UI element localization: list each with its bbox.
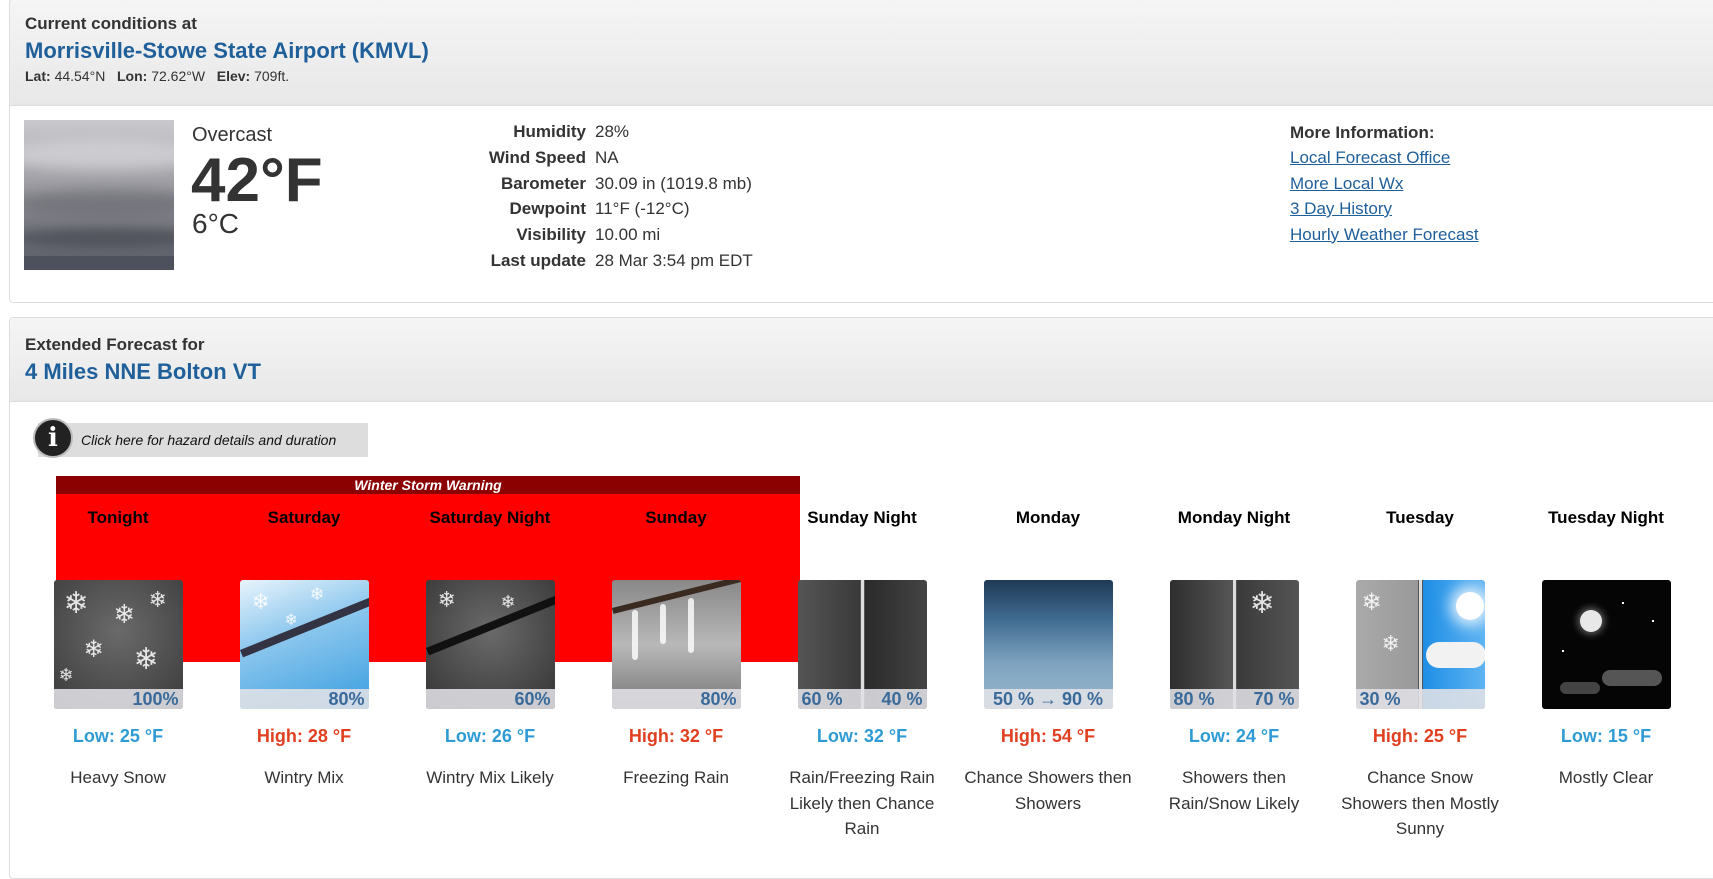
- precip-chance: 80 % 70 %: [1169, 689, 1299, 709]
- lon-value: 72.62°W: [151, 68, 206, 84]
- forecast-period-saturday[interactable]: Saturday ❄ ❄ ❄ 80% High: 28 °F Wintry Mi…: [211, 498, 397, 791]
- 3-day-history-link[interactable]: 3 Day History: [1290, 199, 1479, 225]
- current-conditions-header: Current conditions at Morrisville-Stowe …: [10, 0, 1713, 106]
- forecast-period-sunday[interactable]: Sunday 80% High: 32 °F Freezing Rain: [583, 498, 769, 791]
- detail-value: 28%: [595, 122, 630, 141]
- period-description: Chance Snow Showers then Mostly Sunny: [1341, 768, 1499, 838]
- period-name: Tuesday: [1386, 508, 1454, 527]
- detail-label: Humidity: [513, 122, 586, 141]
- forecast-period-sunday-night[interactable]: Sunday Night 60 % 40 % Low: 32 °F Rain/F…: [769, 498, 955, 842]
- precip-chance-second: 70 %: [1253, 689, 1295, 709]
- forecast-period-monday-night[interactable]: Monday Night ❄ 80 % 70 % Low: 24 °F Show…: [1141, 498, 1327, 816]
- detail-value: 28 Mar 3:54 pm EDT: [595, 251, 753, 270]
- precip-chance: 30 %: [1355, 689, 1485, 709]
- precip-chance-first: 30 %: [1359, 689, 1401, 709]
- current-conditions-label: Current conditions at: [25, 14, 197, 33]
- precip-chance-second: 40 %: [881, 689, 923, 709]
- local-forecast-office-link[interactable]: Local Forecast Office: [1290, 148, 1479, 174]
- winter-storm-warning-bar[interactable]: Winter Storm Warning: [56, 476, 800, 494]
- period-description: Mostly Clear: [1558, 768, 1654, 787]
- period-temp: High: 32 °F: [628, 726, 724, 746]
- more-information: More Information: Local Forecast Office …: [1290, 123, 1479, 250]
- precip-chance-first: 80 %: [1173, 689, 1215, 709]
- period-temp: High: 25 °F: [1372, 726, 1468, 746]
- precip-chance: 50 % → 90 %: [983, 689, 1113, 709]
- forecast-period-monday[interactable]: Monday 50 % → 90 % High: 54 °F Chance Sh…: [955, 498, 1141, 816]
- extended-forecast-header: Extended Forecast for 4 Miles NNE Bolton…: [10, 318, 1713, 402]
- detail-value: 30.09 in (1019.8 mb): [595, 174, 752, 193]
- more-local-wx-link[interactable]: More Local Wx: [1290, 174, 1479, 200]
- detail-value: 10.00 mi: [595, 225, 661, 244]
- period-name: Monday Night: [1177, 508, 1291, 527]
- wintry-mix-icon: ❄ ❄ ❄ 80%: [239, 580, 369, 709]
- lon-label: Lon:: [116, 68, 148, 84]
- lat-value: 44.54°N: [54, 68, 106, 84]
- overcast-icon: [24, 120, 174, 270]
- freezing-rain-icon: 80%: [611, 580, 741, 709]
- showers-to-rain-snow-icon: ❄ 80 % 70 %: [1169, 580, 1299, 709]
- period-description: Chance Showers then Showers: [964, 768, 1132, 813]
- period-temp: Low: 26 °F: [444, 726, 536, 746]
- period-name: Sunday: [645, 508, 707, 527]
- elev-value: 709ft.: [254, 68, 290, 84]
- period-temp: Low: 32 °F: [816, 726, 908, 746]
- station-coordinates: Lat: 44.54°N Lon: 72.62°W Elev: 709ft.: [25, 68, 1713, 84]
- station-name: Morrisville-Stowe State Airport (KMVL): [25, 38, 429, 63]
- period-name: Saturday Night: [429, 508, 551, 527]
- period-description: Rain/Freezing Rain Likely then Chance Ra…: [789, 768, 935, 838]
- forecast-period-saturday-night[interactable]: Saturday Night ❄ ❄ 60% Low: 26 °F Wintry…: [397, 498, 583, 791]
- period-temp: High: 54 °F: [1000, 726, 1096, 746]
- period-description: Wintry Mix Likely: [426, 768, 554, 787]
- precip-chance: 60 % 40 %: [797, 689, 927, 709]
- period-temp: High: 28 °F: [256, 726, 352, 746]
- detail-value: NA: [595, 148, 619, 167]
- detail-label: Barometer: [500, 174, 586, 193]
- period-description: Heavy Snow: [70, 768, 166, 787]
- period-name: Tonight: [87, 508, 149, 527]
- moon-icon: [1579, 610, 1602, 632]
- detail-value: 11°F (-12°C): [595, 199, 690, 218]
- wintry-mix-night-icon: ❄ ❄ 60%: [425, 580, 555, 709]
- forecast-period-tuesday[interactable]: Tuesday ❄ ❄ 30 % High: 25 °F Chance Snow…: [1327, 498, 1513, 842]
- elev-label: Elev:: [216, 68, 251, 84]
- precip-chance: 80%: [239, 689, 369, 709]
- forecast-location: 4 Miles NNE Bolton VT: [25, 359, 261, 384]
- period-name: Tuesday Night: [1548, 508, 1664, 527]
- period-name: Saturday: [267, 508, 341, 527]
- period-temp: Low: 25 °F: [72, 726, 164, 746]
- period-description: Showers then Rain/Snow Likely: [1168, 768, 1300, 813]
- period-description: Wintry Mix: [264, 768, 344, 787]
- period-temp: Low: 24 °F: [1188, 726, 1280, 746]
- more-information-title: More Information:: [1290, 123, 1435, 142]
- snow-to-sunny-icon: ❄ ❄ 30 %: [1355, 580, 1485, 709]
- period-temp: Low: 15 °F: [1560, 726, 1652, 746]
- period-name: Sunday Night: [807, 508, 917, 527]
- detail-label: Last update: [490, 251, 586, 270]
- forecast-period-tonight[interactable]: Tonight ❄ ❄ ❄ ❄ ❄ ❄ 100% Low: 25 °F Heav…: [25, 498, 211, 791]
- detail-label: Wind Speed: [488, 148, 586, 167]
- mostly-clear-night-icon: [1541, 580, 1671, 709]
- precip-chance: 60%: [425, 689, 555, 709]
- precip-chance: 80%: [611, 689, 741, 709]
- precip-chance: 100%: [53, 689, 183, 709]
- detail-label: Dewpoint: [509, 199, 587, 218]
- info-icon[interactable]: i: [33, 418, 73, 458]
- extended-forecast-label: Extended Forecast for: [25, 335, 205, 354]
- freezing-rain-to-rain-icon: 60 % 40 %: [797, 580, 927, 709]
- period-description: Freezing Rain: [623, 768, 729, 787]
- period-name: Monday: [1015, 508, 1081, 527]
- detail-label: Visibility: [516, 225, 586, 244]
- hazard-details-link[interactable]: Click here for hazard details and durati…: [81, 432, 336, 448]
- forecast-period-tuesday-night[interactable]: Tuesday Night Low: 15 °F Mostly Clear: [1513, 498, 1699, 791]
- showers-icon: 50 % → 90 %: [983, 580, 1113, 709]
- hourly-weather-forecast-link[interactable]: Hourly Weather Forecast: [1290, 225, 1479, 251]
- lat-label: Lat:: [25, 68, 51, 84]
- precip-chance-first: 60 %: [801, 689, 843, 709]
- heavy-snow-icon: ❄ ❄ ❄ ❄ ❄ ❄ 100%: [53, 580, 183, 709]
